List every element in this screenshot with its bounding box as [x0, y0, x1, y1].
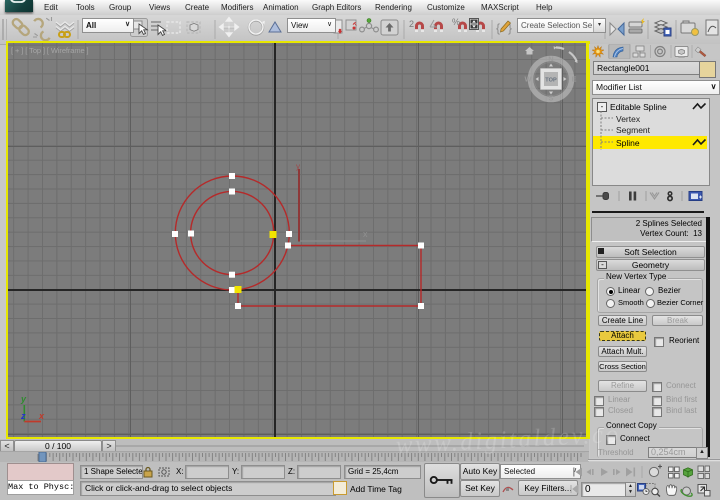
svg-text:y: y	[296, 162, 300, 171]
svg-text:E: E	[571, 75, 576, 84]
svg-text:N: N	[548, 55, 553, 64]
svg-text:x: x	[38, 411, 45, 421]
svg-text:z: z	[20, 411, 26, 421]
svg-text:{: {	[496, 21, 500, 35]
svg-text:x: x	[363, 229, 368, 239]
svg-text:2: 2	[409, 19, 414, 29]
svg-text:y: y	[20, 394, 27, 404]
svg-text:S: S	[548, 94, 553, 103]
svg-text:TOP: TOP	[545, 78, 557, 84]
svg-text:%: %	[452, 17, 460, 27]
svg-text:W: W	[524, 75, 532, 84]
